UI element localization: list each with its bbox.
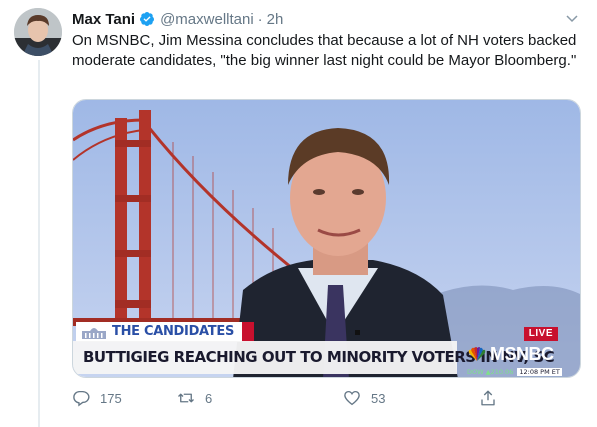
- avatar[interactable]: [14, 8, 62, 56]
- segment-tag-label: THE CANDIDATES: [112, 324, 235, 339]
- separator-dot: ·: [257, 10, 263, 28]
- avatar-image: [14, 8, 62, 56]
- tweet-text: On MSNBC, Jim Messina concludes that bec…: [72, 32, 577, 69]
- reply-button[interactable]: 175: [72, 388, 122, 408]
- verified-badge-icon: [140, 12, 155, 26]
- peacock-icon: [468, 347, 486, 361]
- like-count: 53: [371, 390, 386, 406]
- thread-line: [38, 60, 40, 427]
- market-ticker: DOW ▲210.06 12:08 PM ET: [467, 368, 562, 376]
- white-house-icon: [82, 328, 106, 339]
- network-name: MSNBC: [490, 343, 554, 364]
- chevron-down-icon[interactable]: [565, 11, 579, 25]
- tweet-media[interactable]: THE CANDIDATES BUTTIGIEG REACHING OUT TO…: [72, 99, 581, 378]
- segment-tag: THE CANDIDATES: [76, 322, 255, 342]
- news-headline: BUTTIGIEG REACHING OUT TO MINORITY VOTER…: [73, 341, 555, 374]
- retweet-icon: [178, 393, 194, 403]
- heart-icon: [344, 390, 360, 406]
- timestamp[interactable]: 2h: [267, 11, 284, 28]
- broadcast-clock: 12:08 PM ET: [517, 368, 562, 376]
- retweet-count: 6: [205, 390, 213, 406]
- live-badge: LIVE: [523, 327, 558, 341]
- tweet-actions: 175 6 53: [72, 388, 502, 408]
- share-button[interactable]: [479, 388, 507, 408]
- network-logo: MSNBC: [467, 342, 554, 366]
- author-handle[interactable]: @maxwelltani: [160, 11, 254, 28]
- tag-flag-accent: [242, 322, 255, 342]
- reply-icon: [73, 390, 90, 407]
- like-button[interactable]: 53: [343, 388, 385, 408]
- share-icon: [481, 390, 495, 406]
- network-branding: LIVE MSNBC DOW ▲210.06 12:08 PM ET: [457, 327, 564, 377]
- retweet-button[interactable]: 6: [177, 388, 212, 408]
- author-name[interactable]: Max Tani: [72, 11, 135, 28]
- dow-value: DOW ▲210.06: [467, 368, 514, 376]
- news-lower-third: THE CANDIDATES BUTTIGIEG REACHING OUT TO…: [73, 319, 580, 377]
- tweet-header: Max Tani @maxwelltani · 2h: [72, 9, 597, 29]
- reply-count: 175: [100, 390, 122, 406]
